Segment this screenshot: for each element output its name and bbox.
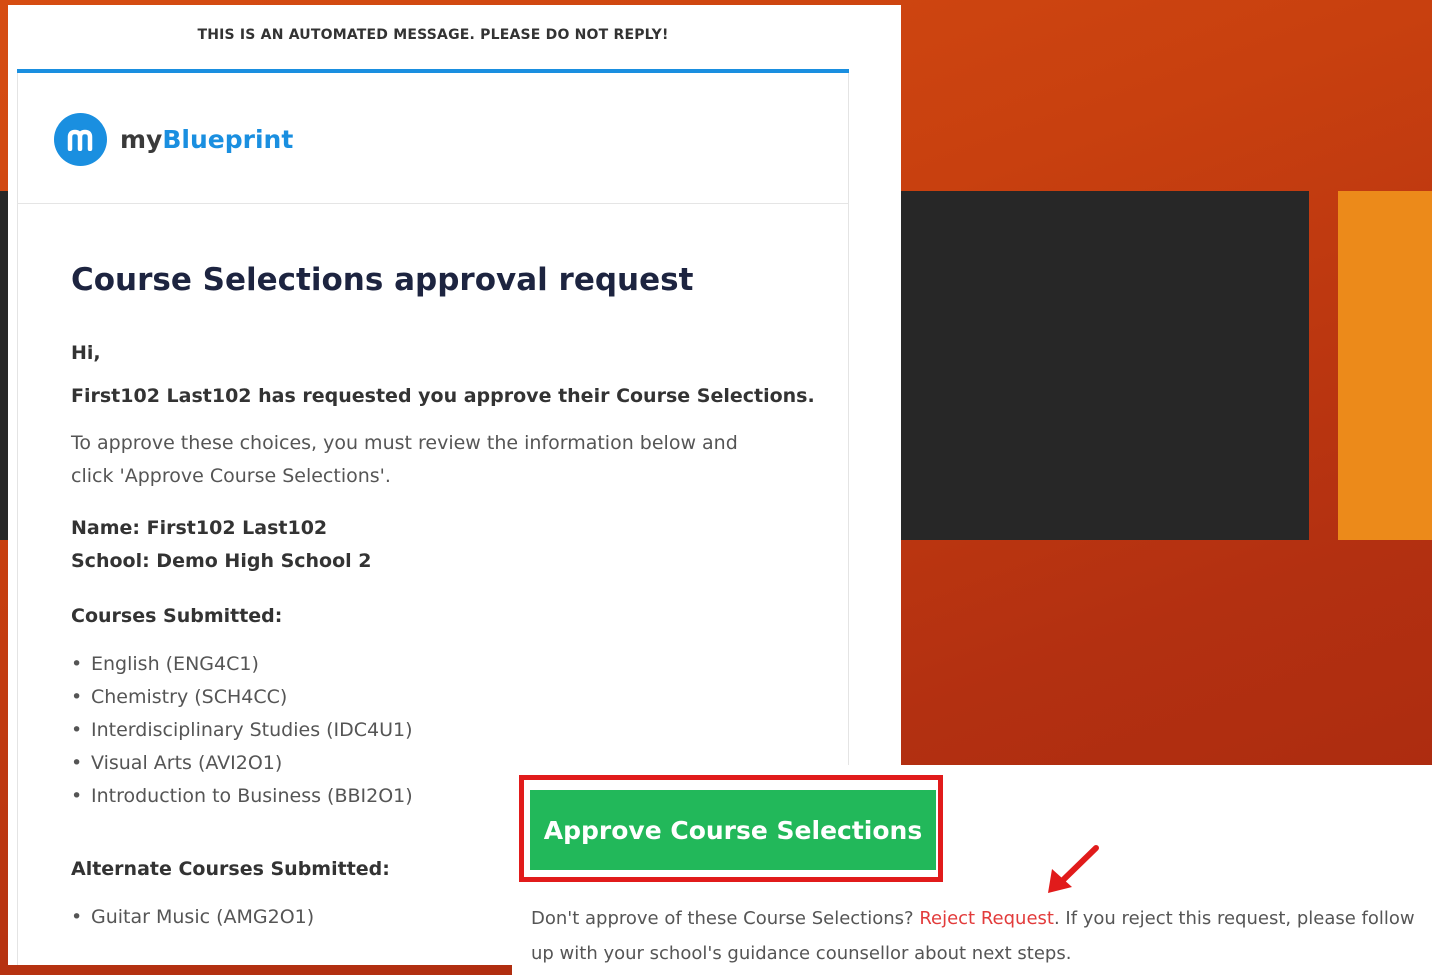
automated-notice: THIS IS AN AUTOMATED MESSAGE. PLEASE DO … bbox=[197, 27, 669, 43]
student-school: School: Demo High School 2 bbox=[71, 550, 372, 572]
bullet-icon: • bbox=[71, 686, 83, 708]
list-item: • Introduction to Business (BBI2O1) bbox=[71, 781, 413, 814]
bullet-icon: • bbox=[71, 906, 83, 928]
reject-request-link[interactable]: Reject Request bbox=[919, 908, 1054, 929]
alternate-courses-list: • Guitar Music (AMG2O1) bbox=[71, 902, 314, 935]
email-title: Course Selections approval request bbox=[71, 262, 694, 298]
courses-heading: Courses Submitted: bbox=[71, 605, 283, 627]
bullet-icon: • bbox=[71, 752, 83, 774]
pointer-arrow-icon bbox=[1048, 845, 1099, 893]
course-label: Interdisciplinary Studies (IDC4U1) bbox=[91, 719, 413, 741]
reject-prefix: Don't approve of these Course Selections… bbox=[531, 908, 920, 929]
greeting: Hi, bbox=[71, 342, 101, 364]
reject-text: Don't approve of these Course Selections… bbox=[531, 901, 1431, 971]
list-item: • Guitar Music (AMG2O1) bbox=[71, 902, 314, 935]
list-item: • English (ENG4C1) bbox=[71, 649, 413, 682]
brand-word: Blueprint bbox=[162, 125, 294, 154]
brand-name: myBlueprint bbox=[120, 125, 293, 154]
course-label: Visual Arts (AVI2O1) bbox=[91, 752, 283, 774]
list-item: • Visual Arts (AVI2O1) bbox=[71, 748, 413, 781]
brand-prefix: my bbox=[120, 125, 163, 154]
course-label: Guitar Music (AMG2O1) bbox=[91, 906, 315, 928]
header-divider bbox=[18, 203, 848, 204]
request-line: First102 Last102 has requested you appro… bbox=[71, 385, 815, 407]
myblueprint-logo-icon bbox=[54, 113, 107, 166]
bullet-icon: • bbox=[71, 785, 83, 807]
bullet-icon: • bbox=[71, 719, 83, 741]
orange-accent-block bbox=[1338, 191, 1432, 540]
course-label: English (ENG4C1) bbox=[91, 653, 259, 675]
approve-course-selections-button[interactable]: Approve Course Selections bbox=[530, 790, 936, 870]
list-item: • Interdisciplinary Studies (IDC4U1) bbox=[71, 715, 413, 748]
course-label: Introduction to Business (BBI2O1) bbox=[91, 785, 413, 807]
instruction-text: To approve these choices, you must revie… bbox=[71, 432, 738, 487]
list-item: • Chemistry (SCH4CC) bbox=[71, 682, 413, 715]
courses-list: • English (ENG4C1) • Chemistry (SCH4CC) • I… bbox=[71, 649, 413, 814]
bullet-icon: • bbox=[71, 653, 83, 675]
brand-logo[interactable]: myBlueprint bbox=[54, 113, 293, 166]
course-label: Chemistry (SCH4CC) bbox=[91, 686, 288, 708]
approve-panel: Approve Course Selections Don't approve … bbox=[512, 765, 1432, 975]
student-name: Name: First102 Last102 bbox=[71, 517, 328, 539]
alternate-courses-heading: Alternate Courses Submitted: bbox=[71, 858, 390, 880]
